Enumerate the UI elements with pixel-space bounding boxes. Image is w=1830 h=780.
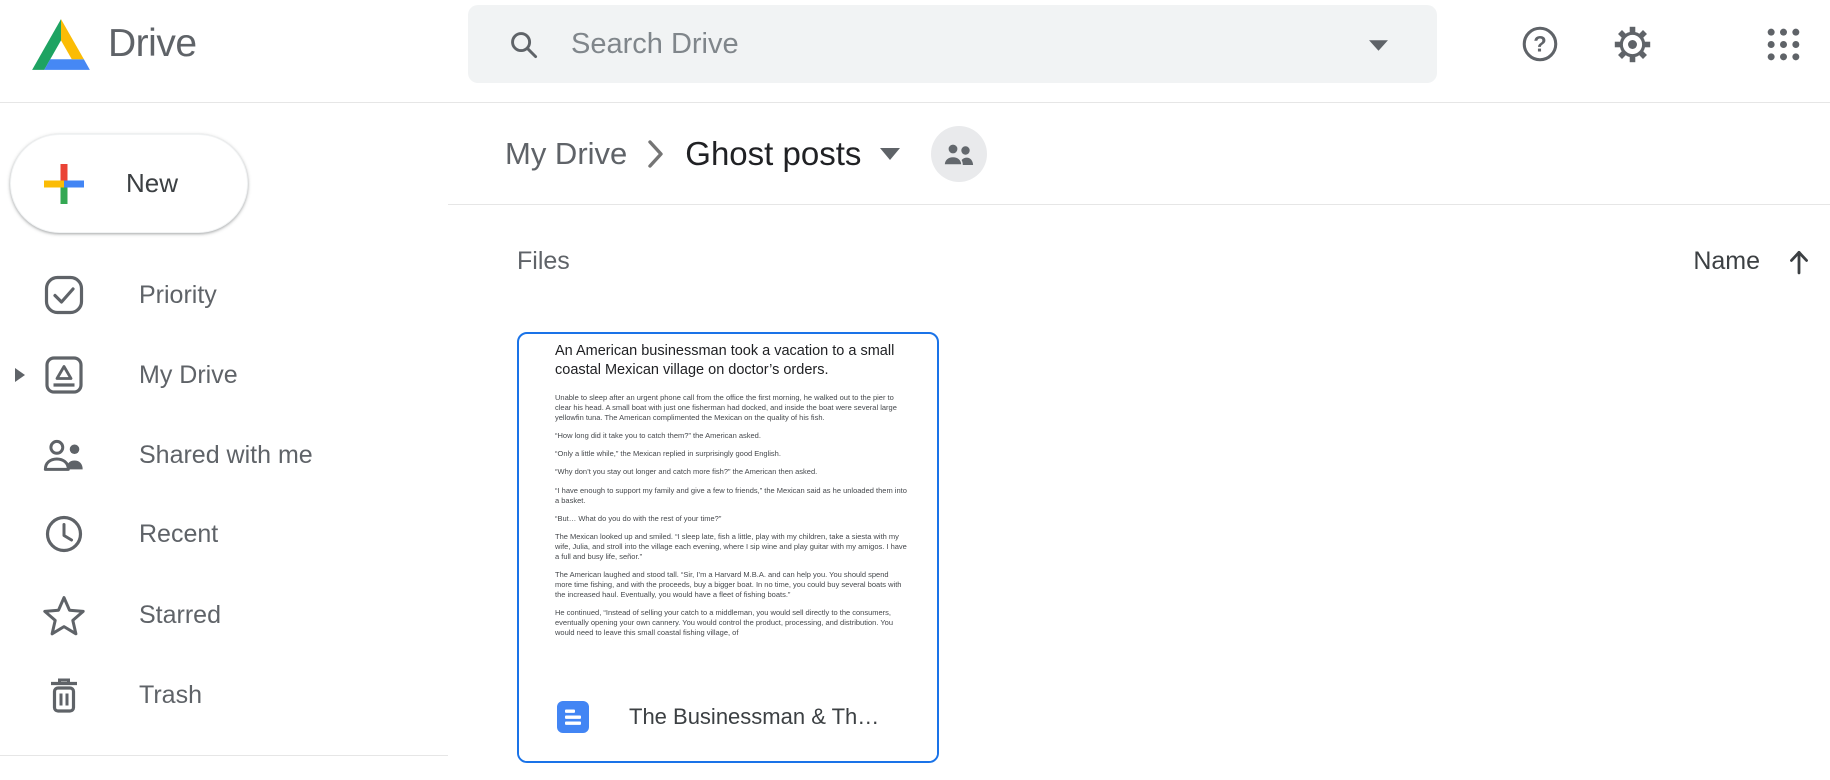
- sidebar-item-label: Starred: [139, 601, 221, 630]
- sort-label: Name: [1693, 247, 1760, 276]
- search-input[interactable]: [571, 28, 1271, 61]
- doc-preview-paragraph: “How long did it take you to catch them?…: [555, 431, 907, 441]
- sort-by-name-button[interactable]: Name: [1693, 247, 1812, 276]
- help-button[interactable]: ?: [1516, 20, 1564, 68]
- search-options-caret-icon[interactable]: [1368, 39, 1389, 52]
- sidebar-item-trash[interactable]: Trash: [0, 655, 448, 735]
- sidebar-item-priority[interactable]: Priority: [0, 255, 448, 335]
- google-docs-icon: [557, 701, 589, 733]
- multicolor-plus-icon: [42, 162, 86, 206]
- doc-preview-paragraph: The Mexican looked up and smiled. “I sle…: [555, 532, 907, 561]
- files-section-label: Files: [517, 247, 570, 276]
- file-card-footer: The Businessman & Th…: [519, 672, 937, 761]
- shared-people-icon: [42, 435, 86, 475]
- sidebar-divider: [0, 755, 448, 756]
- people-icon: [943, 142, 975, 166]
- my-drive-icon: [42, 354, 86, 396]
- doc-preview-paragraph: “Why don’t you stay out longer and catch…: [555, 467, 907, 477]
- sidebar-item-label: Trash: [139, 681, 202, 710]
- new-button-label: New: [126, 168, 178, 199]
- search-icon[interactable]: [508, 29, 539, 60]
- drive-logo-icon: [30, 17, 92, 72]
- doc-preview-paragraph: He continued, “Instead of selling your c…: [555, 608, 907, 637]
- shared-folder-badge[interactable]: [931, 126, 987, 182]
- sidebar-item-shared-with-me[interactable]: Shared with me: [0, 415, 448, 495]
- expand-arrow-icon[interactable]: [14, 367, 26, 383]
- sidebar-item-label: Priority: [139, 281, 217, 310]
- settings-gear-button[interactable]: [1608, 20, 1656, 68]
- doc-preview-paragraph: The American laughed and stood tall. “Si…: [555, 570, 907, 599]
- sidebar-item-starred[interactable]: Starred: [0, 575, 448, 655]
- app-header: Drive ?: [0, 0, 1830, 103]
- star-icon: [42, 594, 86, 636]
- sort-ascending-arrow-icon: [1786, 247, 1812, 275]
- doc-preview-heading: An American businessman took a vacation …: [555, 342, 907, 380]
- doc-preview-paragraph: “But… What do you do with the rest of yo…: [555, 514, 907, 524]
- doc-preview-body: Unable to sleep after an urgent phone ca…: [555, 393, 907, 637]
- doc-preview-paragraph: Unable to sleep after an urgent phone ca…: [555, 393, 907, 422]
- drive-logo[interactable]: Drive: [30, 0, 197, 88]
- file-card-businessman-doc[interactable]: An American businessman took a vacation …: [517, 332, 939, 763]
- chevron-right-icon: [647, 139, 665, 169]
- sidebar-item-my-drive[interactable]: My Drive: [0, 335, 448, 415]
- files-header-row: Files Name: [517, 238, 1812, 284]
- folder-name: Ghost posts: [685, 135, 861, 173]
- trash-icon: [42, 674, 86, 716]
- folder-dropdown-caret-icon: [879, 147, 901, 161]
- breadcrumb-current-folder[interactable]: Ghost posts: [685, 135, 901, 173]
- file-title: The Businessman & Th…: [629, 704, 879, 730]
- doc-preview-paragraph: “Only a little while,” the Mexican repli…: [555, 449, 907, 459]
- doc-preview-paragraph: “I have enough to support my family and …: [555, 486, 907, 506]
- sidebar-item-label: My Drive: [139, 361, 238, 390]
- search-bar: [468, 5, 1437, 83]
- svg-text:?: ?: [1533, 32, 1546, 57]
- new-button[interactable]: New: [10, 134, 248, 233]
- doc-preview: An American businessman took a vacation …: [519, 334, 937, 672]
- sidebar-item-label: Shared with me: [139, 441, 313, 470]
- clock-icon: [42, 513, 86, 555]
- google-apps-grid-button[interactable]: [1759, 20, 1807, 68]
- sidebar: New Priority My Drive: [0, 103, 448, 780]
- app-title: Drive: [108, 22, 197, 66]
- priority-check-icon: [42, 274, 86, 316]
- sidebar-item-recent[interactable]: Recent: [0, 494, 448, 574]
- sidebar-item-label: Recent: [139, 520, 218, 549]
- breadcrumb: My Drive Ghost posts: [448, 103, 1830, 205]
- breadcrumb-my-drive[interactable]: My Drive: [505, 136, 627, 172]
